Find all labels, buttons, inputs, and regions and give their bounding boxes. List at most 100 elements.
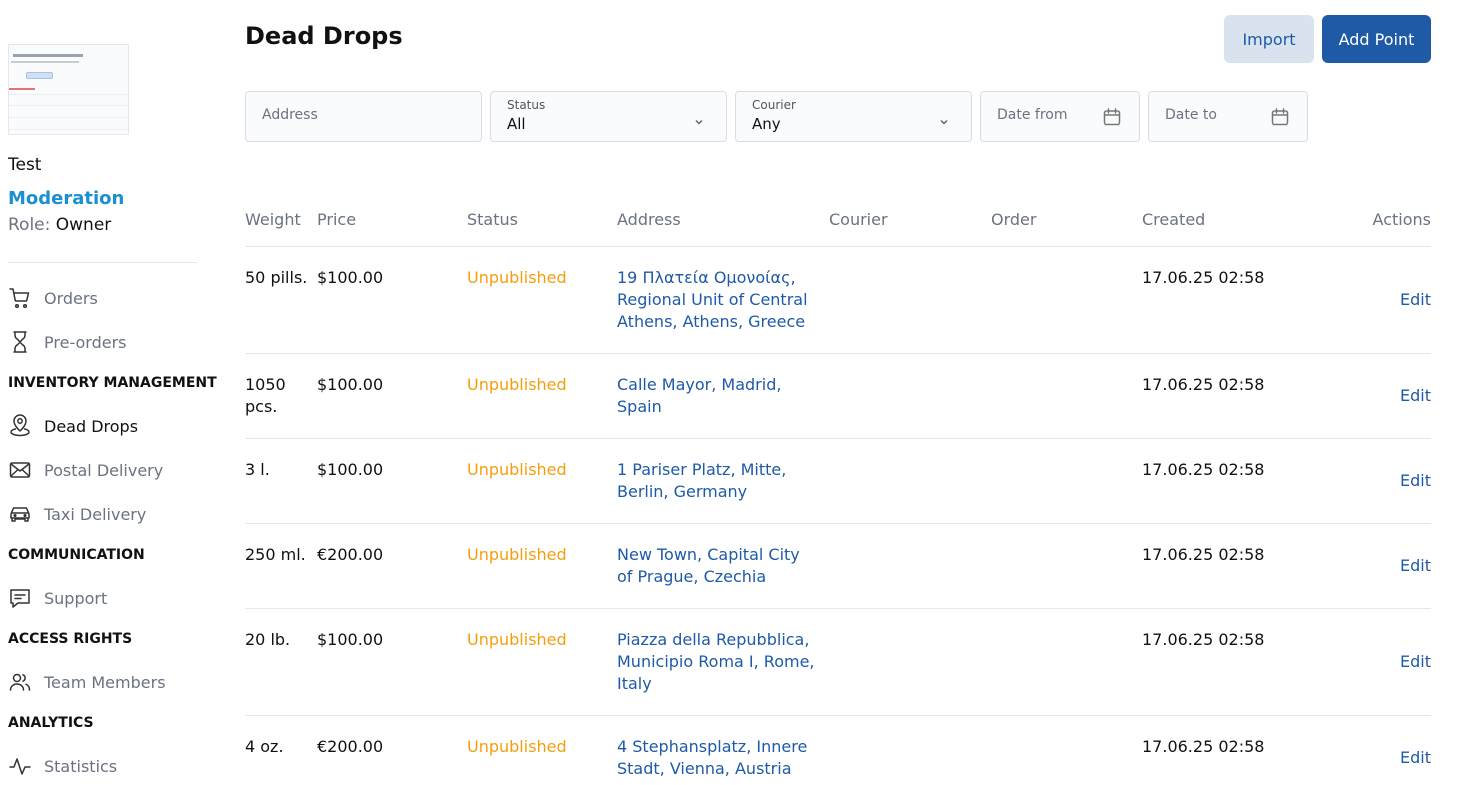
address-filter-input[interactable]: Address — [245, 91, 482, 142]
cell-weight: 50 pills. — [245, 268, 308, 287]
courier-select[interactable]: Courier Any — [735, 91, 972, 142]
courier-select-label: Courier — [752, 98, 796, 112]
address-placeholder: Address — [262, 107, 318, 123]
nav-section-access-rights: ACCESS RIGHTS — [8, 631, 133, 647]
nav-label: Dead Drops — [44, 416, 139, 436]
status-badge: Unpublished — [467, 268, 567, 287]
cell-created: 17.06.25 02:58 — [1142, 375, 1265, 394]
import-button[interactable]: Import — [1224, 15, 1314, 63]
cell-created: 17.06.25 02:58 — [1142, 737, 1265, 756]
cell-weight: 4 oz. — [245, 737, 284, 756]
courier-select-value: Any — [752, 115, 781, 133]
nav-item-dead-drops[interactable]: Dead Drops — [8, 412, 197, 440]
column-header-address: Address — [617, 210, 681, 229]
sidebar: Test Moderation Role: Owner Orders Pre-o… — [8, 0, 217, 785]
cell-price: $100.00 — [317, 460, 384, 479]
cell-created: 17.06.25 02:58 — [1142, 460, 1265, 479]
cell-weight: 3 l. — [245, 460, 270, 479]
shop-logo-thumbnail[interactable] — [8, 44, 129, 135]
date-to-placeholder: Date to — [1165, 107, 1217, 123]
hourglass-icon — [8, 330, 32, 354]
cell-weight: 1050 pcs. — [245, 375, 286, 416]
edit-link[interactable]: Edit — [1400, 385, 1431, 407]
nav-section-analytics: ANALYTICS — [8, 715, 94, 731]
edit-link[interactable]: Edit — [1400, 651, 1431, 673]
nav-item-taxi-delivery[interactable]: Taxi Delivery — [8, 500, 197, 528]
cell-created: 17.06.25 02:58 — [1142, 630, 1265, 649]
column-header-weight: Weight — [245, 210, 301, 229]
status-select-value: All — [507, 115, 526, 133]
nav-label: Team Members — [44, 672, 166, 692]
nav-item-team-members[interactable]: Team Members — [8, 668, 197, 696]
edit-link[interactable]: Edit — [1400, 555, 1431, 577]
cell-price: €200.00 — [317, 545, 384, 564]
column-header-created: Created — [1142, 210, 1206, 229]
date-from-input[interactable]: Date from — [980, 91, 1140, 142]
nav-section-inventory: INVENTORY MANAGEMENT — [8, 375, 217, 391]
cell-price: $100.00 — [317, 375, 384, 394]
column-header-price: Price — [317, 210, 357, 229]
nav-item-orders[interactable]: Orders — [8, 284, 197, 312]
date-to-input[interactable]: Date to — [1148, 91, 1308, 142]
users-icon — [8, 670, 32, 694]
edit-link[interactable]: Edit — [1400, 289, 1431, 311]
username: Test — [8, 155, 42, 175]
add-point-button[interactable]: Add Point — [1322, 15, 1431, 63]
table-row: 20 lb. $100.00 Unpublished Piazza della … — [245, 609, 1431, 716]
edit-link[interactable]: Edit — [1400, 747, 1431, 769]
role-line: Role: Owner — [8, 215, 111, 235]
page-title: Dead Drops — [245, 22, 403, 50]
table-row: 1050 pcs. $100.00 Unpublished Calle Mayo… — [245, 354, 1431, 439]
address-link[interactable]: Piazza della Repubblica, Municipio Roma … — [617, 629, 817, 695]
column-header-order: Order — [991, 210, 1037, 229]
nav-label: Orders — [44, 288, 98, 308]
nav-label: Support — [44, 588, 108, 608]
calendar-icon[interactable] — [1102, 107, 1122, 127]
table-row: 50 pills. $100.00 Unpublished 19 Πλατεία… — [245, 247, 1431, 354]
cell-weight: 20 lb. — [245, 630, 291, 649]
address-link[interactable]: 19 Πλατεία Ομονοίας, Regional Unit of Ce… — [617, 267, 817, 333]
nav-item-pre-orders[interactable]: Pre-orders — [8, 328, 197, 356]
nav-item-postal-delivery[interactable]: Postal Delivery — [8, 456, 197, 484]
cell-price: $100.00 — [317, 268, 384, 287]
nav-section-communication: COMMUNICATION — [8, 547, 145, 563]
cell-created: 17.06.25 02:58 — [1142, 268, 1265, 287]
table-row: 4 oz. €200.00 Unpublished 4 Stephansplat… — [245, 716, 1431, 785]
chat-icon — [8, 586, 32, 610]
sidebar-divider — [8, 262, 197, 263]
address-link[interactable]: New Town, Capital City of Prague, Czechi… — [617, 544, 817, 588]
cell-price: $100.00 — [317, 630, 384, 649]
table-row: 250 ml. €200.00 Unpublished New Town, Ca… — [245, 524, 1431, 609]
mode-label[interactable]: Moderation — [8, 188, 124, 209]
status-badge: Unpublished — [467, 460, 567, 479]
status-select[interactable]: Status All — [490, 91, 727, 142]
table-row: 3 l. $100.00 Unpublished 1 Pariser Platz… — [245, 439, 1431, 524]
mail-icon — [8, 458, 32, 482]
chevron-down-icon — [694, 112, 704, 125]
column-header-actions: Actions — [1372, 210, 1431, 229]
car-icon — [8, 502, 32, 526]
nav-item-support[interactable]: Support — [8, 584, 197, 612]
column-header-courier: Courier — [829, 210, 888, 229]
nav-item-statistics[interactable]: Statistics — [8, 752, 197, 780]
address-link[interactable]: Calle Mayor, Madrid, Spain — [617, 374, 817, 418]
status-select-label: Status — [507, 98, 546, 112]
role-key: Role: — [8, 215, 51, 235]
map-pin-icon — [8, 414, 32, 438]
nav-label: Postal Delivery — [44, 460, 164, 480]
status-badge: Unpublished — [467, 630, 567, 649]
cell-price: €200.00 — [317, 737, 384, 756]
calendar-icon[interactable] — [1270, 107, 1290, 127]
cart-icon — [8, 286, 32, 310]
edit-link[interactable]: Edit — [1400, 470, 1431, 492]
address-link[interactable]: 4 Stephansplatz, Innere Stadt, Vienna, A… — [617, 736, 817, 780]
status-badge: Unpublished — [467, 545, 567, 564]
cell-weight: 250 ml. — [245, 545, 306, 564]
date-from-placeholder: Date from — [997, 107, 1068, 123]
column-header-status: Status — [467, 210, 518, 229]
chevron-down-icon — [939, 112, 949, 125]
activity-icon — [8, 754, 32, 778]
address-link[interactable]: 1 Pariser Platz, Mitte, Berlin, Germany — [617, 459, 817, 503]
role-value: Owner — [55, 215, 112, 235]
nav-label: Taxi Delivery — [44, 504, 147, 524]
